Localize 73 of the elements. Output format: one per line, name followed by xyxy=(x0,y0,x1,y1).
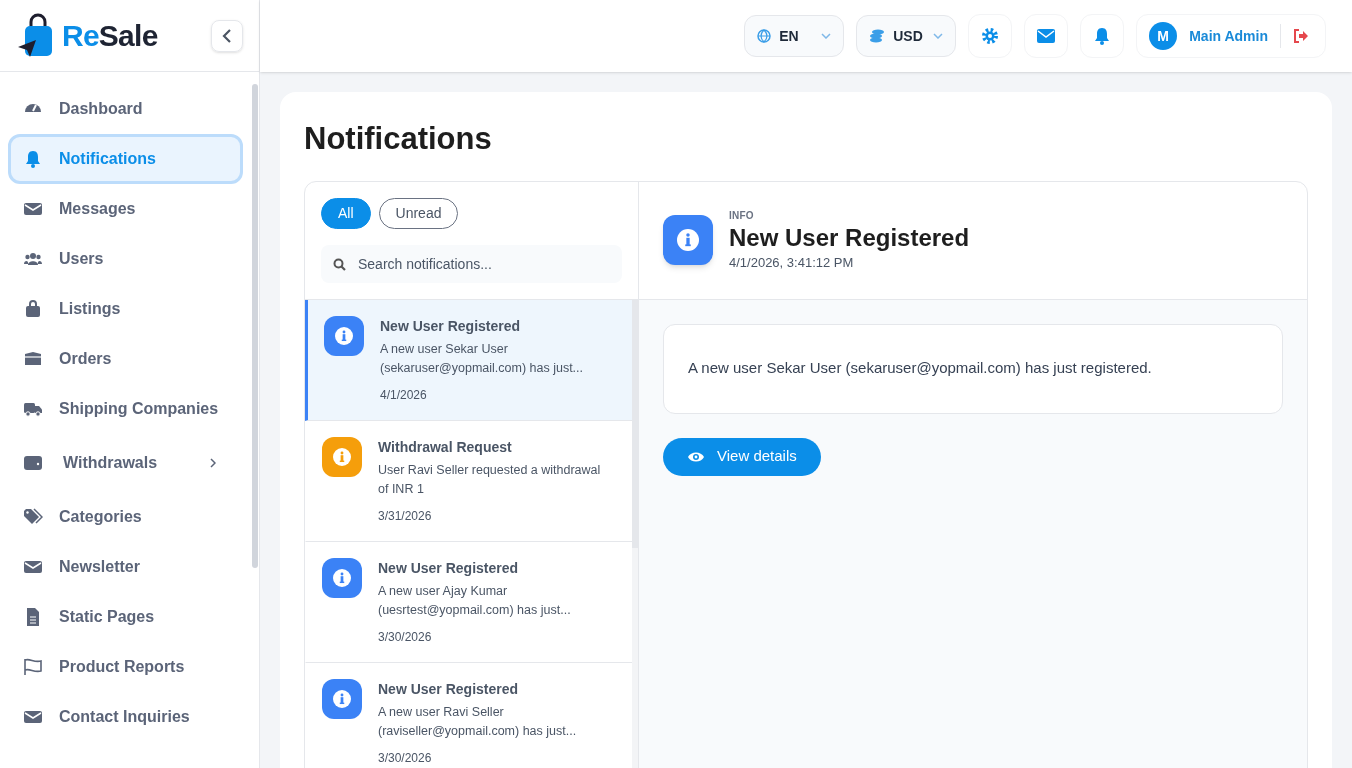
filter-tab[interactable]: Unread xyxy=(378,197,459,229)
notification-text: A new user Ajay Kumar (uesrtest@yopmail.com) has just... xyxy=(378,582,572,619)
sidebar-item[interactable]: Messages xyxy=(8,184,243,234)
collapse-sidebar-button[interactable] xyxy=(211,19,243,52)
flag-icon xyxy=(23,658,43,676)
notification-date: 3/30/2026 xyxy=(378,628,433,646)
sidebar-item[interactable]: Listings xyxy=(8,284,243,334)
sidebar-item[interactable]: Static Pages xyxy=(8,592,243,642)
envelope-icon xyxy=(23,200,43,218)
notification-text: A new user Ravi Seller (raviseller@yopmail.com) has just... xyxy=(378,703,578,740)
page-title: Notifications xyxy=(304,120,493,158)
bell-icon xyxy=(1094,27,1111,45)
notification-date: 4/1/2026 xyxy=(380,386,428,404)
sidebar-item[interactable]: Product Reports xyxy=(8,642,243,692)
info-icon xyxy=(335,326,353,345)
info-icon xyxy=(677,229,699,251)
scrollbar-thumb[interactable] xyxy=(252,84,258,568)
sidebar-item[interactable]: Categories xyxy=(8,492,243,542)
sidebar-item[interactable]: Dashboard xyxy=(8,84,243,134)
sidebar-item[interactable]: Withdrawals xyxy=(8,434,243,492)
notification-item[interactable]: New User Registered A new user Sekar User (sekaruser@yopmail.com) has just... 4/1/2026 xyxy=(305,299,632,421)
logo-text: ReSale xyxy=(62,20,158,51)
eye-icon xyxy=(687,450,705,463)
notification-title: New User Registered xyxy=(378,558,520,578)
filter-tab[interactable]: All xyxy=(321,197,371,229)
chevron-down-icon xyxy=(821,33,832,39)
box-icon xyxy=(23,350,43,368)
type-label: INFO xyxy=(729,208,755,223)
globe-icon xyxy=(757,29,772,43)
notifications-button[interactable] xyxy=(1080,14,1125,58)
logout-icon[interactable] xyxy=(1293,29,1309,43)
timestamp: 4/1/2026, 3:41:12 PM xyxy=(729,253,855,272)
tags-icon xyxy=(23,508,43,526)
sidebar-item[interactable]: Users xyxy=(8,234,243,284)
search-icon xyxy=(333,257,346,271)
sidebar-item[interactable]: Newsletter xyxy=(8,542,243,592)
view-details-button[interactable]: View details xyxy=(663,437,821,476)
search-field[interactable]: Search notifications... xyxy=(321,244,622,283)
notification-text: A new user Sekar User (sekaruser@yopmail.com) has just... xyxy=(380,340,585,377)
message-text: A new user Sekar User (sekaruser@yopmail.com) has just registered. xyxy=(688,358,1152,379)
notification-title: New User Registered xyxy=(378,679,520,699)
user-name: Main Admin xyxy=(1189,27,1268,46)
info-icon xyxy=(333,568,351,587)
sidebar-item[interactable]: Shipping Companies xyxy=(8,384,243,434)
info-icon xyxy=(333,447,351,466)
shopping-bag-icon xyxy=(23,300,43,318)
settings-button[interactable] xyxy=(968,14,1013,58)
scrollbar-thumb[interactable] xyxy=(632,299,638,548)
chevron-left-icon xyxy=(222,28,232,43)
notification-text: User Ravi Seller requested a withdrawal of INR 1 xyxy=(378,461,602,498)
notification-title: New User Registered xyxy=(380,316,522,336)
sidebar-item[interactable]: Orders xyxy=(8,334,243,384)
notification-date: 3/30/2026 xyxy=(378,749,433,767)
truck-icon xyxy=(23,400,43,418)
envelope-icon xyxy=(23,558,43,576)
notification-date: 3/31/2026 xyxy=(378,507,433,525)
users-icon xyxy=(23,250,43,268)
info-icon xyxy=(333,689,351,708)
notification-title: Withdrawal Request xyxy=(378,437,513,457)
language-selector[interactable]: EN xyxy=(744,15,845,57)
currency-selector[interactable]: USD xyxy=(856,15,957,57)
envelope-icon xyxy=(23,708,43,726)
sidebar-item[interactable]: Contact Inquiries xyxy=(8,692,243,742)
envelope-icon xyxy=(1037,29,1056,43)
bell-icon xyxy=(23,150,43,168)
detail-title: New User Registered xyxy=(729,222,970,253)
coins-icon xyxy=(869,29,886,43)
chevron-down-icon xyxy=(933,33,944,39)
user-menu[interactable]: M Main Admin xyxy=(1136,14,1326,58)
sidebar-item[interactable]: Notifications xyxy=(8,134,243,184)
wallet-icon xyxy=(23,454,43,472)
user-avatar: M xyxy=(1149,22,1178,50)
messages-button[interactable] xyxy=(1024,14,1069,58)
